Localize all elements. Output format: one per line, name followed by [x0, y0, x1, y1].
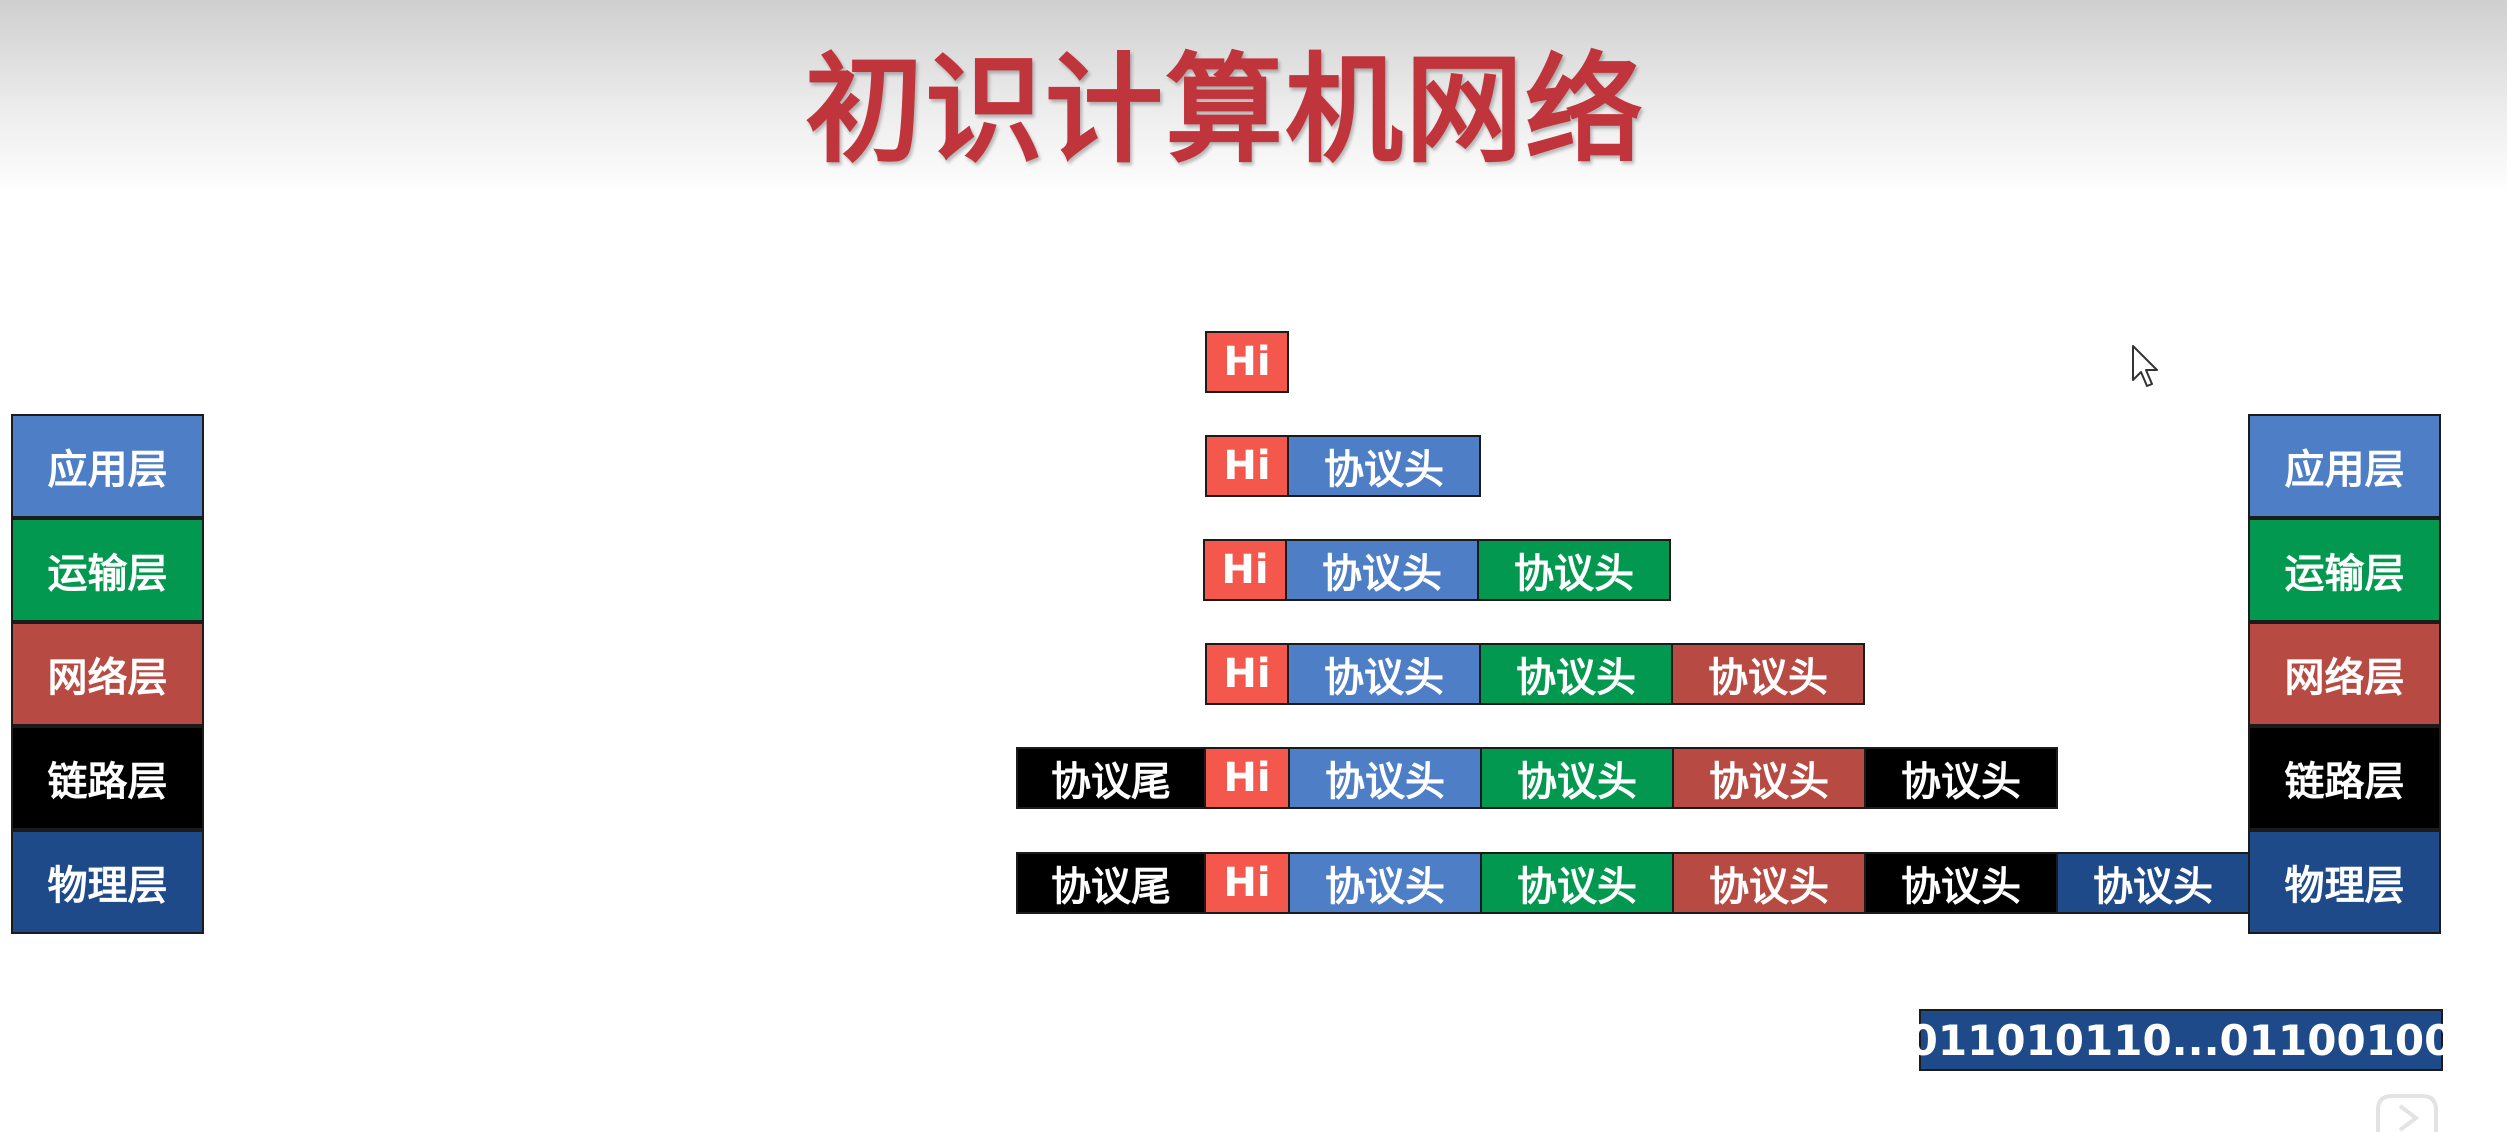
- pdu-row-network: Hi 协议头 协议头 协议头: [1205, 643, 1865, 705]
- segment-header-transport: 协议头: [1481, 643, 1673, 705]
- left-layer-physical: 物理层: [11, 830, 204, 934]
- play-control-icon[interactable]: [2372, 1088, 2442, 1132]
- segment-header-application: 协议头: [1290, 852, 1482, 914]
- segment-header-link: 协议头: [1866, 852, 2058, 914]
- left-layer-application: 应用层: [11, 414, 204, 518]
- pdu-row-data: Hi: [1205, 331, 1289, 393]
- segment-header-application: 协议头: [1287, 539, 1479, 601]
- segment-header-application: 协议头: [1289, 435, 1481, 497]
- segment-header-transport: 协议头: [1482, 852, 1674, 914]
- segment-hi: Hi: [1205, 331, 1289, 393]
- segment-header-application: 协议头: [1290, 747, 1482, 809]
- segment-hi: Hi: [1205, 435, 1289, 497]
- segment-hi: Hi: [1206, 747, 1290, 809]
- left-layer-stack: 应用层 运输层 网络层 链路层 物理层: [11, 414, 204, 934]
- segment-trailer-link: 协议尾: [1016, 852, 1206, 914]
- left-layer-link: 链路层: [11, 726, 204, 830]
- right-layer-transport: 运输层: [2248, 518, 2441, 622]
- left-layer-network: 网络层: [11, 622, 204, 726]
- segment-header-application: 协议头: [1289, 643, 1481, 705]
- bitstream-box: 011010110...01100100: [1909, 1009, 2453, 1071]
- right-layer-stack: 应用层 运输层 网络层 链路层 物理层: [2248, 414, 2441, 934]
- segment-header-physical: 协议头: [2058, 852, 2250, 914]
- segment-hi: Hi: [1205, 643, 1289, 705]
- mouse-pointer-icon: [2132, 345, 2158, 387]
- segment-header-transport: 协议头: [1482, 747, 1674, 809]
- segment-header-link: 协议头: [1866, 747, 2058, 809]
- segment-header-network: 协议头: [1674, 747, 1866, 809]
- segment-header-transport: 协议头: [1479, 539, 1671, 601]
- left-layer-transport: 运输层: [11, 518, 204, 622]
- segment-header-network: 协议头: [1673, 643, 1865, 705]
- segment-hi: Hi: [1203, 539, 1287, 601]
- segment-hi: Hi: [1206, 852, 1290, 914]
- segment-trailer-link: 协议尾: [1016, 747, 1206, 809]
- pdu-row-application: Hi 协议头: [1205, 435, 1481, 497]
- pdu-row-transport: Hi 协议头 协议头: [1203, 539, 1671, 601]
- right-layer-application: 应用层: [2248, 414, 2441, 518]
- slide-title: 初识计算机网络: [804, 41, 1645, 179]
- pdu-row-physical: 协议尾 Hi 协议头 协议头 协议头 协议头 协议头: [1016, 852, 2250, 914]
- pdu-row-link: 协议尾 Hi 协议头 协议头 协议头 协议头: [1016, 747, 2058, 809]
- segment-header-network: 协议头: [1674, 852, 1866, 914]
- right-layer-physical: 物理层: [2248, 830, 2441, 934]
- right-layer-network: 网络层: [2248, 622, 2441, 726]
- right-layer-link: 链路层: [2248, 726, 2441, 830]
